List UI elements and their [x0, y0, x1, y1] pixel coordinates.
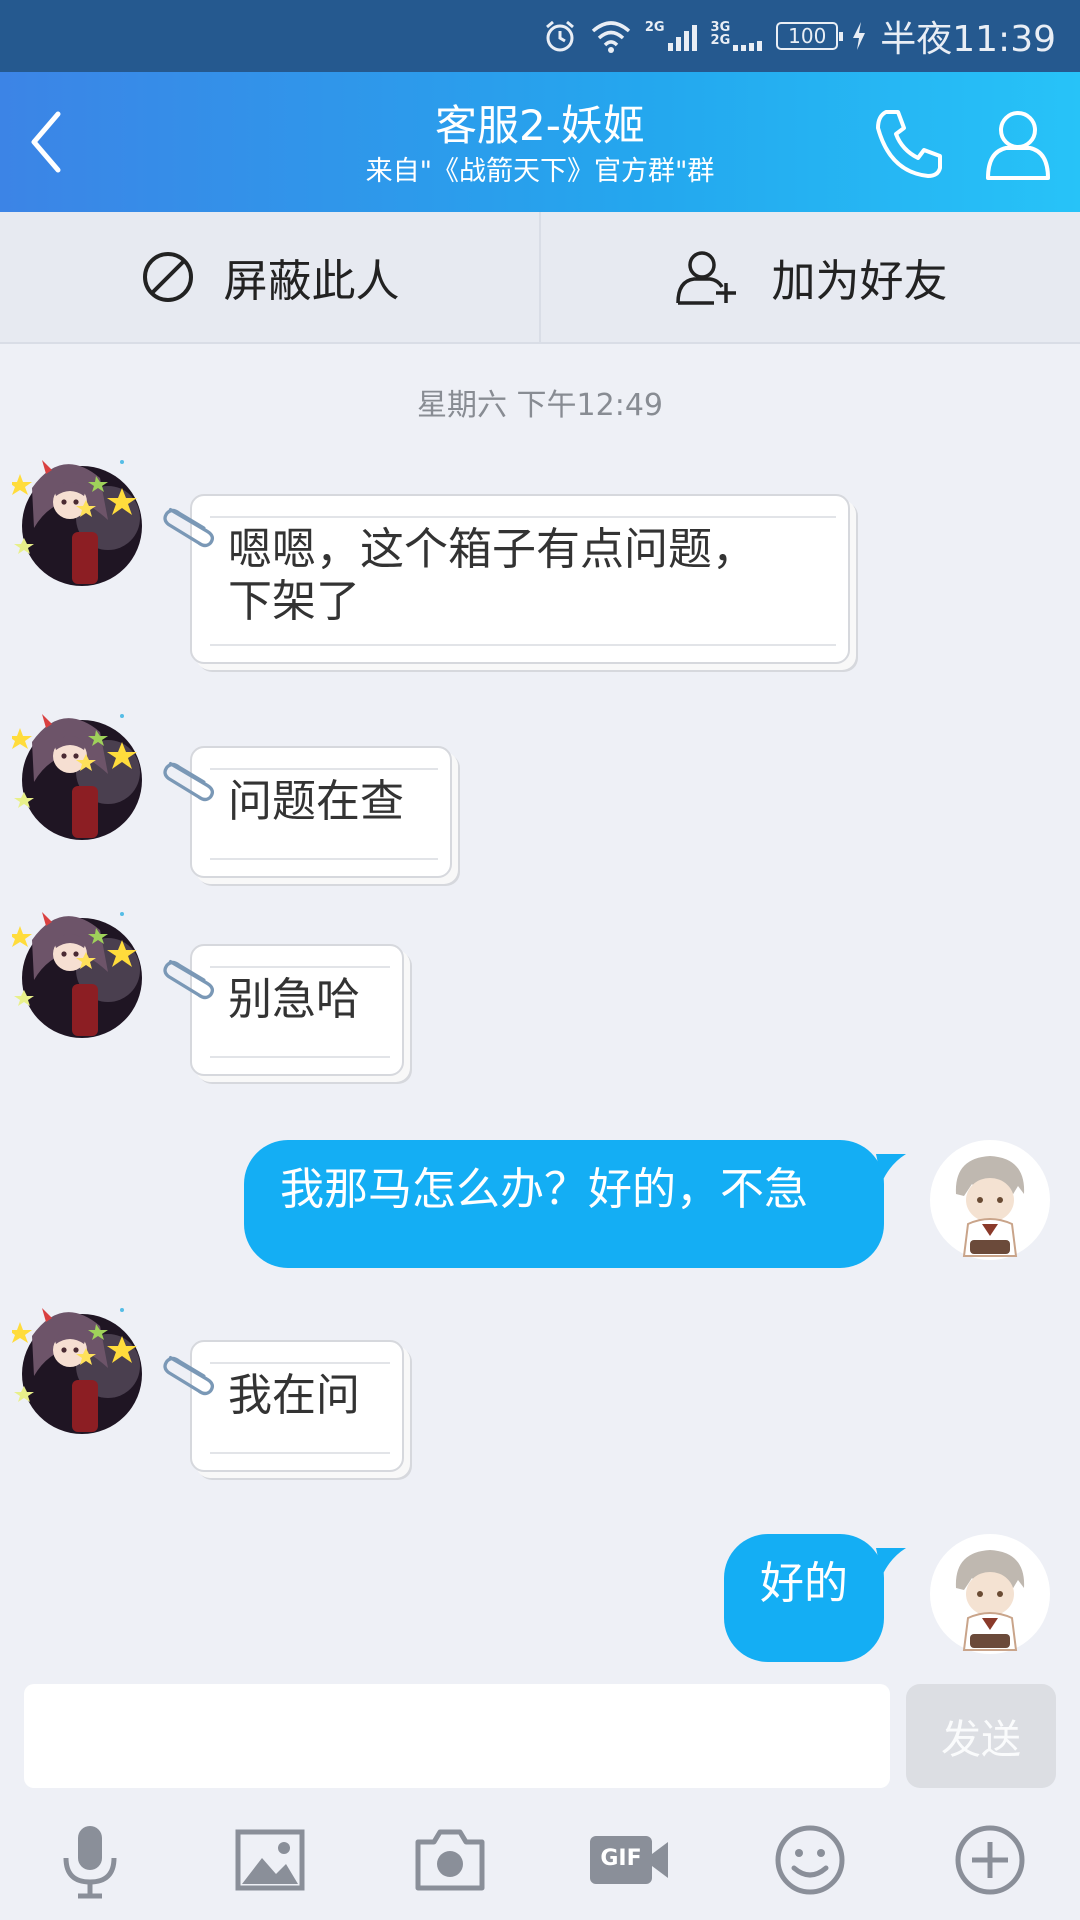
contact-avatar[interactable]	[12, 702, 152, 842]
phone-icon[interactable]	[868, 102, 952, 186]
signal-1: 2G	[645, 21, 697, 51]
message-text: 我那马怎么办？好的，不急	[280, 1164, 808, 1215]
wifi-icon	[591, 21, 630, 53]
message-timestamp: 星期六 下午12:49	[417, 388, 663, 423]
bubble-tail	[876, 1154, 906, 1182]
battery-icon: 100	[776, 22, 844, 50]
page-subtitle: 来自"《战箭天下》官方群"群	[365, 156, 715, 187]
emoji-icon[interactable]	[770, 1820, 850, 1900]
signal-icon	[733, 21, 763, 51]
message-bubble-incoming[interactable]: 嗯嗯，这个箱子有点问题， 下架了	[190, 494, 850, 664]
alarm-icon	[545, 20, 574, 52]
gif-label: GIF	[600, 1846, 642, 1871]
contact-avatar[interactable]	[12, 900, 152, 1040]
add-friend-icon	[675, 251, 736, 305]
block-user-label: 屏蔽此人	[223, 256, 400, 307]
message-text: 好的	[760, 1558, 848, 1609]
gif-icon[interactable]: GIF	[588, 1820, 672, 1900]
add-friend-label: 加为好友	[771, 256, 948, 307]
message-text: 别急哈	[228, 974, 360, 1025]
plus-icon[interactable]	[950, 1820, 1030, 1900]
page-title: 客服2-妖姬	[435, 101, 645, 150]
block-icon	[142, 252, 193, 302]
profile-icon[interactable]	[976, 102, 1060, 186]
message-bubble-incoming[interactable]: 问题在查	[190, 746, 452, 878]
message-bubble-outgoing[interactable]: 好的	[724, 1534, 884, 1662]
contact-avatar[interactable]	[12, 448, 152, 588]
paperclip-icon	[163, 1355, 215, 1396]
camera-icon[interactable]	[410, 1820, 490, 1900]
paperclip-icon	[163, 507, 215, 548]
message-input[interactable]	[24, 1684, 890, 1788]
paperclip-icon	[163, 960, 215, 1000]
message-text: 嗯嗯，这个箱子有点问题， 下架了	[228, 524, 756, 627]
block-user-button[interactable]: 屏蔽此人	[0, 212, 539, 342]
message-text: 我在问	[228, 1370, 360, 1421]
signal-2: 3G 2G	[711, 21, 763, 51]
header-title-block: 客服2-妖姬 来自"《战箭天下》官方群"群	[240, 100, 840, 190]
network-type-label: 2G	[644, 20, 665, 35]
status-time: 半夜11:39	[880, 19, 1056, 60]
user-avatar[interactable]	[930, 1534, 1050, 1654]
back-icon[interactable]	[14, 102, 84, 182]
message-text: 问题在查	[228, 776, 404, 827]
charging-icon	[853, 22, 866, 50]
microphone-icon[interactable]	[50, 1820, 130, 1900]
user-avatar[interactable]	[930, 1140, 1050, 1260]
contact-avatar[interactable]	[12, 1296, 152, 1436]
bubble-tail	[876, 1548, 906, 1576]
signal-icon	[667, 21, 697, 51]
battery-level: 100	[788, 24, 827, 48]
send-label: 发送	[941, 1717, 1021, 1763]
chat-header: 客服2-妖姬 来自"《战箭天下》官方群"群	[0, 72, 1080, 212]
status-bar: 2G 3G 2G 100 半夜11:39	[0, 0, 1080, 72]
paperclip-icon	[163, 762, 215, 802]
add-friend-button[interactable]: 加为好友	[539, 212, 1080, 342]
send-button[interactable]: 发送	[906, 1684, 1056, 1788]
stranger-action-bar: 屏蔽此人 加为好友	[0, 212, 1080, 344]
network-type-bottom: 2G	[710, 33, 731, 48]
message-bubble-outgoing[interactable]: 我那马怎么办？好的，不急	[244, 1140, 884, 1268]
image-icon[interactable]	[230, 1820, 310, 1900]
